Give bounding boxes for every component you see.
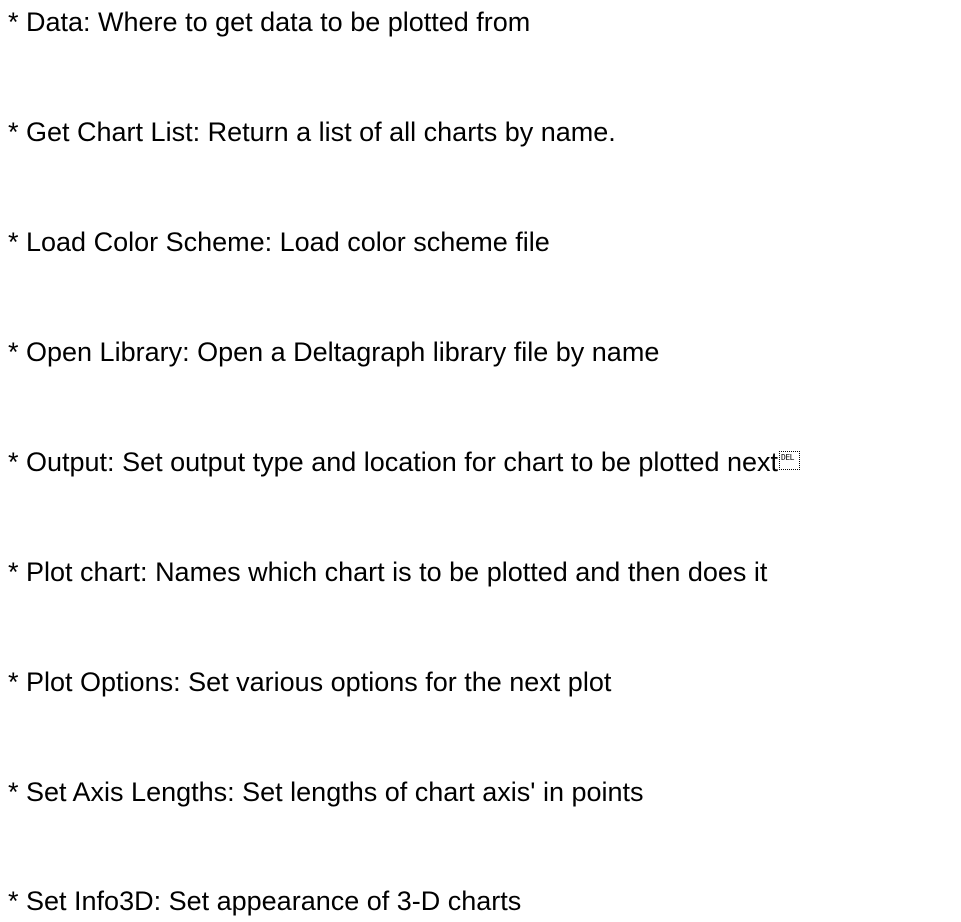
document-line: * Set Info3D: Set appearance of 3-D char… [8, 886, 522, 916]
document-line-with-control-char: * Output: Set output type and location f… [8, 446, 801, 478]
document-line: * Plot chart: Names which chart is to be… [8, 557, 768, 587]
document-line-text: * Output: Set output type and location f… [8, 447, 779, 477]
document-line: * Load Color Scheme: Load color scheme f… [8, 227, 550, 257]
del-control-char-icon: DEL [779, 451, 801, 471]
document-line: * Data: Where to get data to be plotted … [8, 7, 531, 37]
document-line: * Plot Options: Set various options for … [8, 667, 612, 697]
document-line: * Set Axis Lengths: Set lengths of chart… [8, 777, 644, 807]
document-body: * Data: Where to get data to be plotted … [0, 0, 961, 922]
document-line: * Open Library: Open a Deltagraph librar… [8, 337, 660, 367]
document-line: * Get Chart List: Return a list of all c… [8, 117, 616, 147]
